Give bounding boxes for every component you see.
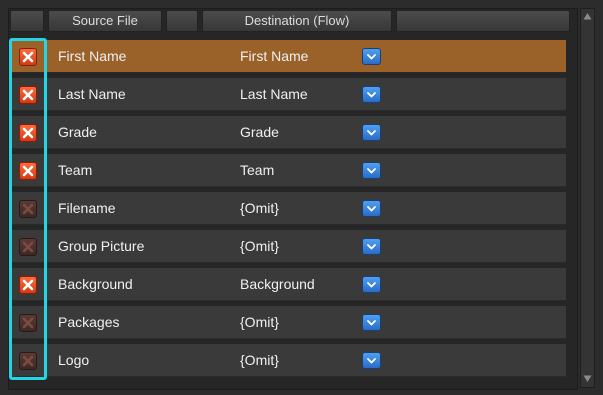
header-extra-column[interactable] [396, 10, 570, 32]
chevron-down-icon [367, 282, 376, 288]
close-x-icon [22, 317, 34, 329]
destination-field-value[interactable]: Background [240, 268, 315, 301]
remove-mapping-button[interactable] [19, 48, 37, 66]
destination-field-value[interactable]: {Omit} [240, 344, 279, 377]
close-x-icon [22, 203, 34, 215]
chevron-down-icon [367, 244, 376, 250]
remove-mapping-button[interactable] [19, 314, 37, 332]
destination-field-value[interactable]: Grade [240, 116, 279, 149]
header-destination-label: Destination (Flow) [244, 13, 350, 28]
header-remove-column[interactable] [10, 10, 44, 32]
source-field-label: Last Name [58, 86, 126, 102]
mapping-row[interactable]: First Name First Name [10, 40, 566, 73]
mapping-row[interactable]: Group Picture {Omit} [10, 230, 566, 263]
column-header: Source File Destination (Flow) [10, 10, 570, 32]
destination-field-value[interactable]: Last Name [240, 78, 308, 111]
chevron-down-icon [367, 54, 376, 60]
destination-dropdown-button[interactable] [362, 48, 381, 65]
mapping-row[interactable]: Grade Grade [10, 116, 566, 149]
destination-dropdown-button[interactable] [362, 276, 381, 293]
mapping-row[interactable]: Filename {Omit} [10, 192, 566, 225]
mapping-row[interactable]: Last Name Last Name [10, 78, 566, 111]
destination-field-value[interactable]: First Name [240, 40, 308, 73]
destination-dropdown-button[interactable] [362, 124, 381, 141]
mapping-row[interactable]: Team Team [10, 154, 566, 187]
destination-dropdown-button[interactable] [362, 200, 381, 217]
remove-mapping-button[interactable] [19, 86, 37, 104]
mapping-row[interactable]: Background Background [10, 268, 566, 301]
arrow-down-icon[interactable] [583, 374, 592, 383]
chevron-down-icon [367, 168, 376, 174]
destination-field-value[interactable]: {Omit} [240, 230, 279, 263]
header-source-label: Source File [72, 13, 138, 28]
source-field-label: Packages [58, 314, 120, 330]
vertical-scrollbar[interactable] [580, 8, 595, 388]
mapping-row[interactable]: Logo {Omit} [10, 344, 566, 377]
source-field-label: Logo [58, 352, 90, 368]
source-field-label: Grade [58, 124, 97, 140]
destination-field-value[interactable]: Team [240, 154, 274, 187]
mapping-row[interactable]: Packages {Omit} [10, 306, 566, 339]
header-source-file[interactable]: Source File [48, 10, 162, 32]
source-field-label: Team [58, 162, 93, 178]
destination-dropdown-button[interactable] [362, 86, 381, 103]
chevron-down-icon [367, 358, 376, 364]
header-destination-flow[interactable]: Destination (Flow) [202, 10, 392, 32]
destination-dropdown-button[interactable] [362, 238, 381, 255]
close-x-icon [22, 241, 34, 253]
close-x-icon [22, 127, 34, 139]
remove-mapping-button[interactable] [19, 276, 37, 294]
destination-dropdown-button[interactable] [362, 352, 381, 369]
destination-field-value[interactable]: {Omit} [240, 192, 279, 225]
close-x-icon [22, 165, 34, 177]
source-field-label: Group Picture [58, 238, 145, 254]
close-x-icon [22, 89, 34, 101]
close-x-icon [22, 279, 34, 291]
destination-dropdown-button[interactable] [362, 314, 381, 331]
destination-field-value[interactable]: {Omit} [240, 306, 279, 339]
remove-mapping-button[interactable] [19, 238, 37, 256]
remove-mapping-button[interactable] [19, 200, 37, 218]
field-mapping-panel: Source File Destination (Flow) First Nam… [0, 0, 603, 395]
source-field-label: Background [58, 276, 133, 292]
chevron-down-icon [367, 130, 376, 136]
chevron-down-icon [367, 320, 376, 326]
destination-dropdown-button[interactable] [362, 162, 381, 179]
remove-mapping-button[interactable] [19, 162, 37, 180]
source-field-label: Filename [58, 200, 116, 216]
chevron-down-icon [367, 92, 376, 98]
chevron-down-icon [367, 206, 376, 212]
remove-mapping-button[interactable] [19, 124, 37, 142]
close-x-icon [22, 355, 34, 367]
source-field-label: First Name [58, 48, 127, 64]
arrow-up-icon[interactable] [583, 12, 592, 21]
header-spacer-column[interactable] [166, 10, 198, 32]
remove-mapping-button[interactable] [19, 352, 37, 370]
close-x-icon [22, 51, 34, 63]
